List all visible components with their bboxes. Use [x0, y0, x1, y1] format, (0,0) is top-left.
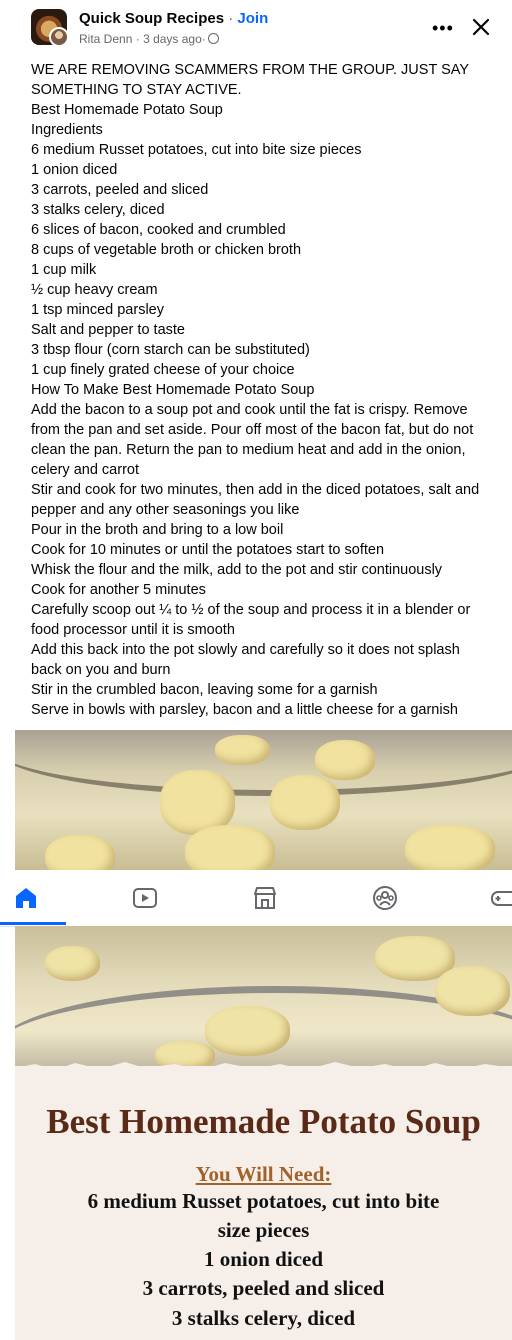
post-text-line: WE ARE REMOVING SCAMMERS FROM THE GROUP.…	[31, 62, 470, 78]
you-will-need-heading: You Will Need:	[195, 1162, 332, 1186]
post-text-line: Whisk the flour and the milk, add to the…	[31, 562, 443, 578]
group-avatar[interactable]	[31, 9, 67, 45]
post-text-line: Cook for 10 minutes or until the potatoe…	[31, 542, 385, 558]
ingredient-line: 3 stalks celery, diced	[171, 1306, 356, 1330]
potato-chunk	[315, 740, 375, 780]
post-text-line: Add this back into the pot slowly and ca…	[31, 642, 460, 658]
potato-chunk	[185, 825, 275, 870]
nav-gaming[interactable]	[490, 884, 512, 912]
home-icon	[16, 888, 36, 908]
ingredient-line: size pieces	[217, 1218, 310, 1242]
join-button[interactable]: Join	[237, 10, 268, 27]
post-title-row: Quick Soup Recipes · Join	[79, 10, 268, 27]
author-name-link[interactable]: Rita Denn	[79, 32, 132, 46]
title-separator: ·	[228, 10, 234, 27]
post-time[interactable]: 3 days ago	[143, 32, 202, 46]
post-text-line: Salt and pepper to taste	[31, 322, 185, 338]
nav-video[interactable]	[131, 884, 159, 912]
post-text-line: Stir and cook for two minutes, then add …	[31, 482, 480, 498]
post-text-line: 8 cups of vegetable broth or chicken bro…	[31, 242, 302, 258]
post-body: WE ARE REMOVING SCAMMERS FROM THE GROUP.…	[31, 60, 503, 720]
recipe-card: Best Homemade Potato Soup You Will Need:…	[15, 1062, 512, 1340]
post-text-line: 1 cup finely grated cheese of your choic…	[31, 362, 295, 378]
author-avatar[interactable]	[49, 27, 67, 45]
post-text-line: ½ cup heavy cream	[31, 282, 158, 298]
potato-chunk	[215, 735, 270, 765]
potato-chunk	[405, 825, 495, 870]
post-text-line: SOMETHING TO STAY ACTIVE.	[31, 82, 242, 98]
more-icon[interactable]: •••	[432, 18, 454, 39]
post-text-line: Cook for another 5 minutes	[31, 582, 206, 598]
post-text-line: 3 carrots, peeled and sliced	[31, 182, 209, 198]
nav-home[interactable]	[0, 884, 66, 925]
post-text-line: 1 onion diced	[31, 162, 118, 178]
ingredient-line: 1 onion diced	[203, 1247, 324, 1271]
marketplace-icon	[254, 887, 276, 909]
ingredient-line: 3 carrots, peeled and sliced	[142, 1276, 385, 1300]
post-text-line: Serve in bowls with parsley, bacon and a…	[31, 702, 458, 718]
post-text-line: 6 medium Russet potatoes, cut into bite …	[31, 142, 362, 158]
potato-chunk	[270, 775, 340, 830]
potato-chunk	[45, 835, 115, 870]
ingredient-line: 6 medium Russet potatoes, cut into bite	[87, 1189, 440, 1213]
nav-groups[interactable]	[371, 884, 399, 912]
post-text-line: 3 stalks celery, diced	[31, 202, 165, 218]
post-text-line: from the pan and set aside. Pour off mos…	[31, 422, 474, 438]
post-text-line: 1 cup milk	[31, 262, 97, 278]
globe-icon	[207, 33, 219, 44]
post-text-line: 1 tsp minced parsley	[31, 302, 164, 318]
potato-chunk	[205, 1006, 290, 1056]
gaming-icon	[491, 891, 512, 906]
video-icon	[133, 888, 157, 908]
post-text-line: back on you and burn	[31, 662, 171, 678]
post-text-line: 3 tbsp flour (corn starch can be substit…	[31, 342, 310, 358]
potato-chunk	[435, 966, 510, 1016]
post-text-line: Add the bacon to a soup pot and cook unt…	[31, 402, 468, 418]
meta-separator: ·	[201, 32, 206, 46]
post-header: Quick Soup Recipes · Join Rita Denn · 3 …	[0, 0, 512, 56]
post-text-line: Stir in the crumbled bacon, leaving some…	[31, 682, 378, 698]
post-text-line: How To Make Best Homemade Potato Soup	[31, 382, 315, 398]
group-name-link[interactable]: Quick Soup Recipes	[79, 10, 224, 27]
soup-photo[interactable]	[15, 730, 512, 870]
post-text-line: Pour in the broth and bring to a low boi…	[31, 522, 284, 538]
post-text-line: Carefully scoop out ¼ to ½ of the soup a…	[31, 602, 471, 618]
meta-separator: ·	[135, 32, 140, 46]
nav-marketplace[interactable]	[251, 884, 279, 912]
soup-photo-lower[interactable]	[15, 926, 512, 1076]
post-text-line: 6 slices of bacon, cooked and crumbled	[31, 222, 286, 238]
post-text-line: Best Homemade Potato Soup	[31, 102, 223, 118]
post-meta: Rita Denn · 3 days ago·	[79, 32, 219, 46]
close-icon[interactable]	[468, 14, 494, 40]
post-text-line: celery and carrot	[31, 462, 139, 478]
post-text-line: Ingredients	[31, 122, 103, 138]
post-text-line: pepper and any other seasonings you like	[31, 502, 300, 518]
bottom-nav	[0, 870, 512, 927]
groups-icon	[373, 886, 397, 910]
post-text-line: clean the pan. Return the pan to medium …	[31, 442, 466, 458]
torn-paper-edge	[15, 1062, 512, 1076]
recipe-title: Best Homemade Potato Soup	[46, 1102, 481, 1141]
potato-chunk	[45, 946, 100, 981]
post-text-line: food processor until it is smooth	[31, 622, 235, 638]
